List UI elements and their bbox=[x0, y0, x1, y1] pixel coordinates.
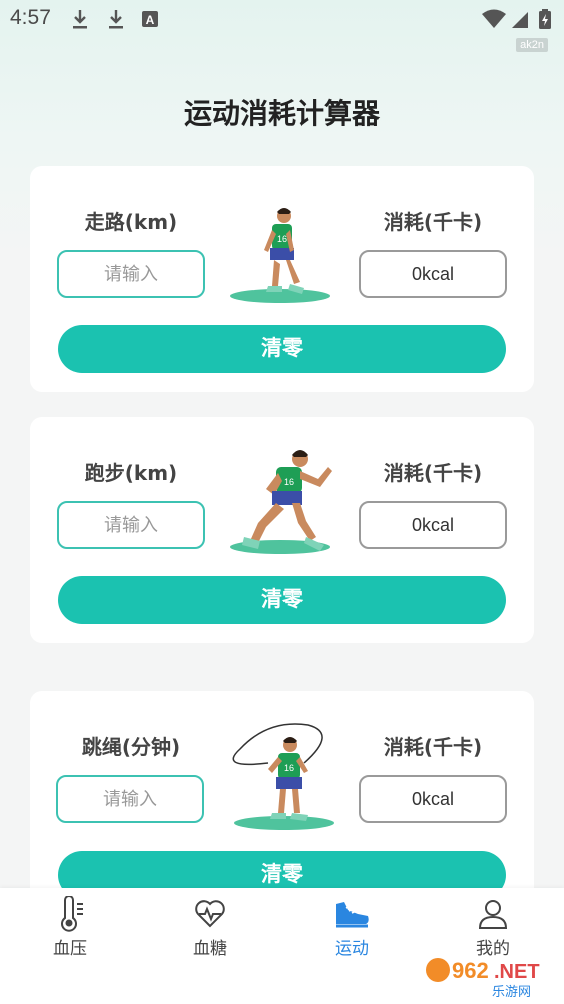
download-icon bbox=[73, 10, 87, 29]
activity-label: 走路(km) bbox=[84, 210, 178, 234]
run-calorie-output: 0kcal bbox=[359, 501, 507, 549]
heart-pulse-icon bbox=[195, 900, 225, 928]
battery-icon bbox=[539, 9, 551, 29]
walk-card: 走路(km) 16 消耗(千卡) 0kcal 清零 bbox=[30, 166, 534, 392]
run-clear-button[interactable]: 清零 bbox=[58, 576, 506, 624]
activity-label: 跳绳(分钟) bbox=[81, 735, 181, 759]
jump-rope-figure-icon: 16 bbox=[232, 723, 334, 830]
nav-tab-blood-sugar[interactable]: 血糖 bbox=[160, 896, 260, 966]
activity-label: 跑步(km) bbox=[84, 461, 178, 485]
site-watermark-logo: 962 .NET 乐游网 bbox=[426, 958, 540, 1000]
svg-text:A: A bbox=[146, 13, 155, 27]
signal-icon bbox=[512, 12, 528, 28]
nav-tab-exercise[interactable]: 运动 bbox=[302, 896, 402, 966]
svg-text:962: 962 bbox=[452, 958, 489, 983]
nav-label: 血糖 bbox=[193, 939, 227, 959]
run-card: 跑步(km) 16 消耗(千卡) 0kcal 清零 bbox=[30, 417, 534, 643]
nav-label: 血压 bbox=[53, 939, 87, 959]
thermometer-icon bbox=[61, 896, 83, 932]
download-icon bbox=[109, 10, 123, 29]
svg-text:16: 16 bbox=[284, 477, 294, 487]
jump-rope-calorie-output: 0kcal bbox=[359, 775, 507, 823]
walk-calorie-output: 0kcal bbox=[359, 250, 507, 298]
walk-clear-button[interactable]: 清零 bbox=[58, 325, 506, 373]
nav-tab-blood-pressure[interactable]: 血压 bbox=[20, 896, 120, 966]
nav-label: 运动 bbox=[335, 939, 369, 959]
device-tag: ak2n bbox=[516, 38, 548, 52]
jump-rope-minutes-input[interactable] bbox=[56, 775, 204, 823]
sneaker-icon bbox=[336, 902, 369, 928]
status-time: 4:57 bbox=[10, 6, 51, 29]
svg-text:16: 16 bbox=[284, 763, 294, 773]
running-figure-icon: 16 bbox=[230, 450, 332, 554]
svg-text:乐游网: 乐游网 bbox=[492, 985, 531, 1000]
walk-distance-input[interactable] bbox=[57, 250, 205, 298]
result-label: 消耗(千卡) bbox=[383, 735, 483, 759]
font-notification-icon: A bbox=[142, 11, 158, 27]
wifi-icon bbox=[482, 9, 506, 28]
person-icon bbox=[478, 900, 508, 929]
run-distance-input[interactable] bbox=[57, 501, 205, 549]
result-label: 消耗(千卡) bbox=[383, 210, 483, 234]
result-label: 消耗(千卡) bbox=[383, 461, 483, 485]
svg-text:16: 16 bbox=[277, 234, 287, 244]
svg-text:.NET: .NET bbox=[494, 961, 540, 983]
walking-figure-icon: 16 bbox=[230, 208, 330, 303]
status-bar: 4:57 A ak2n bbox=[0, 0, 564, 52]
page-title: 运动消耗计算器 bbox=[183, 97, 380, 130]
